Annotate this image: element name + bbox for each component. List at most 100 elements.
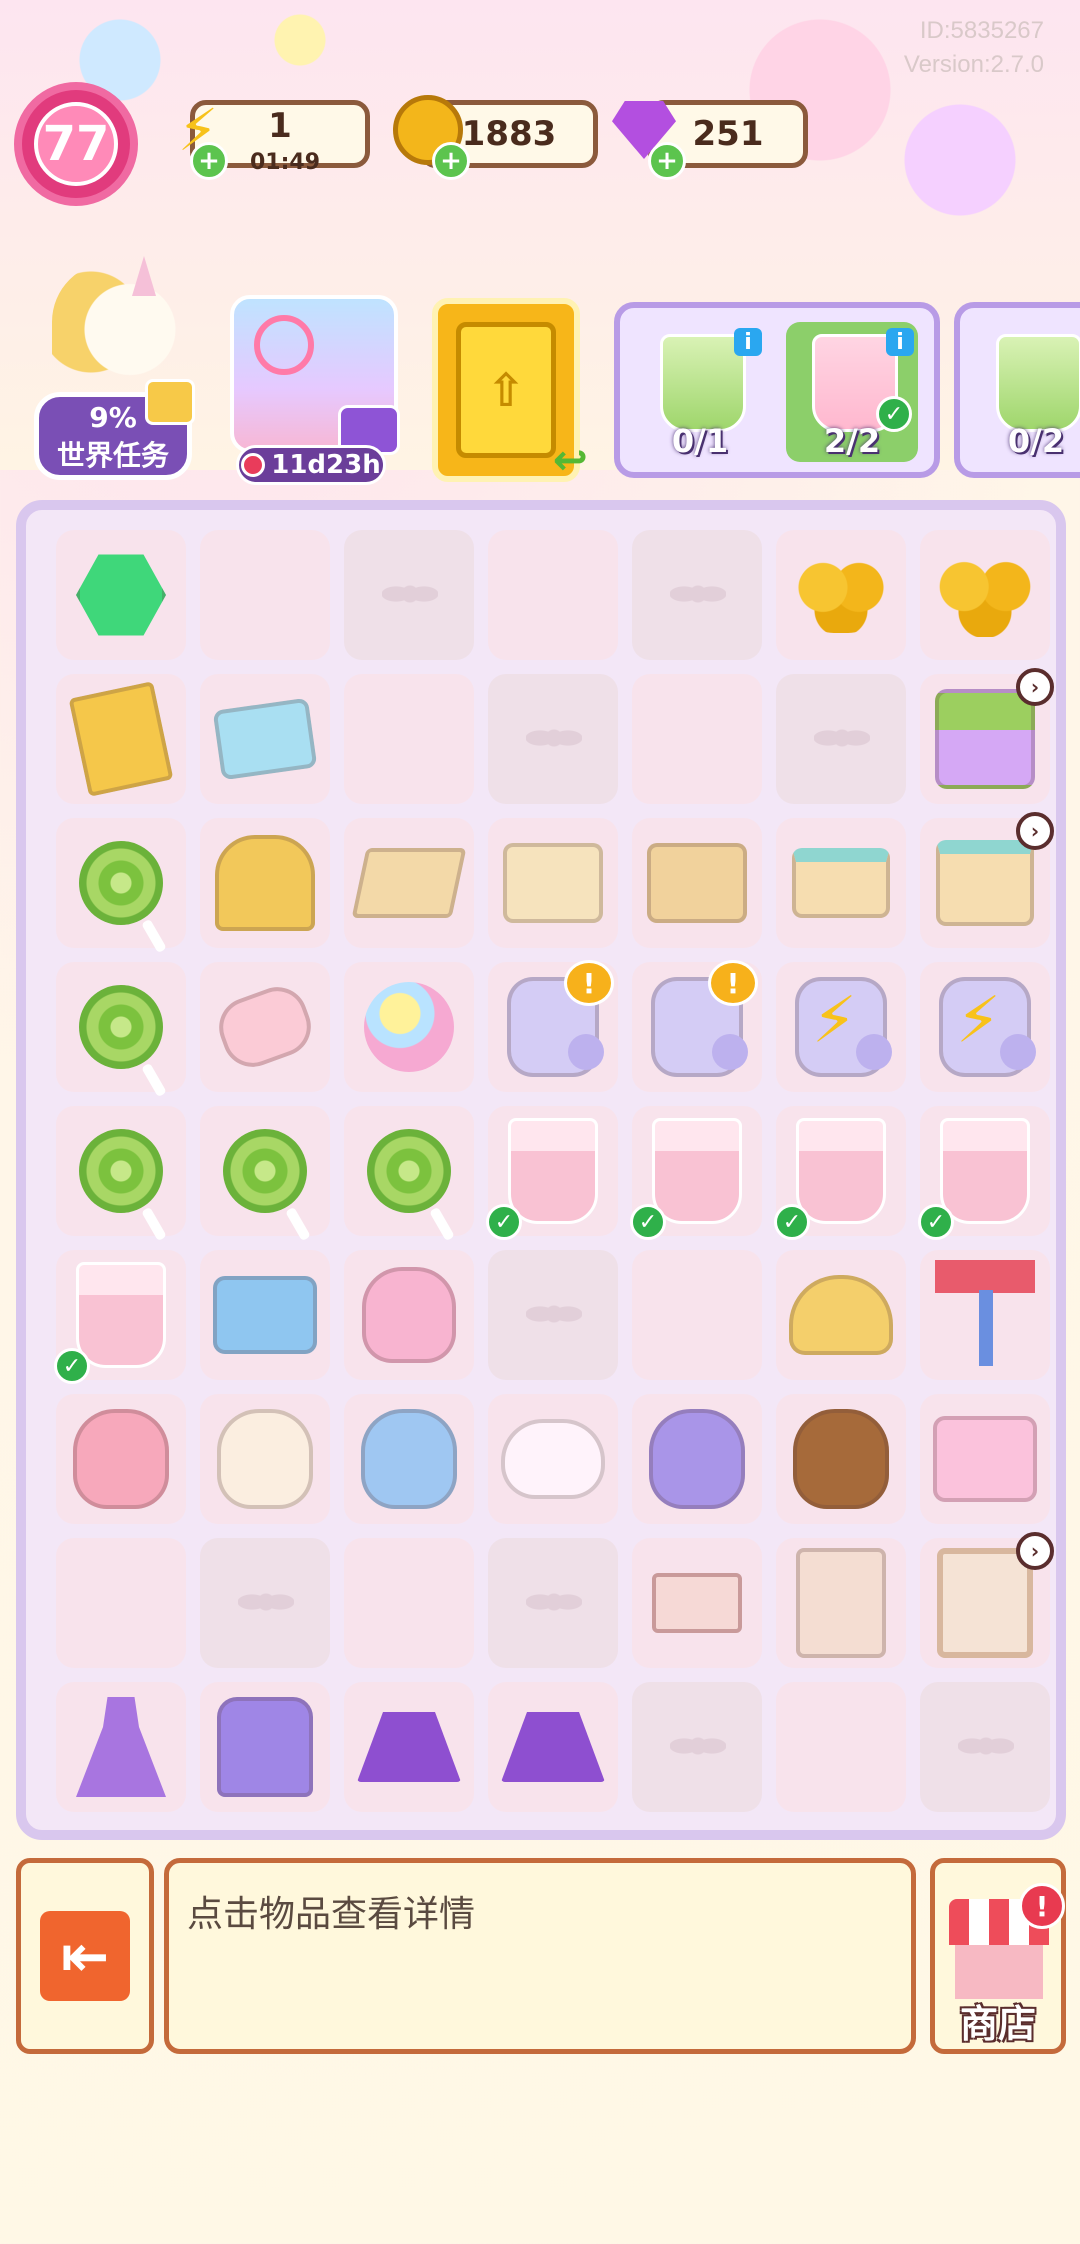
cell-background: › [920,812,1054,948]
board-item-drawer[interactable] [626,1532,770,1676]
locked-cell[interactable] [482,1244,626,1388]
add-gems-button[interactable]: + [648,142,686,180]
board-item-lollipop[interactable] [338,1100,482,1244]
empty-cell[interactable] [338,1532,482,1676]
board-item-lollipop[interactable] [50,1100,194,1244]
empty-cell[interactable] [338,668,482,812]
board-item-tickets[interactable] [194,668,338,812]
board-item-milkshake[interactable]: ✓ [914,1100,1058,1244]
board-item-jar-energy[interactable]: ⚡ [914,956,1058,1100]
locked-cell[interactable] [914,1676,1058,1820]
board-item-jar-energy[interactable]: ⚡ [770,956,914,1100]
board-item-milkshake[interactable]: ✓ [482,1100,626,1244]
locked-cell[interactable] [770,668,914,812]
board-item-toy-house[interactable]: › [914,668,1058,812]
board-item-coin-small[interactable] [770,524,914,668]
up-arrow-icon: ⇧ [456,322,556,458]
order-progress: 2/2 [823,422,881,460]
info-icon[interactable]: i [886,328,914,356]
board-item-jar[interactable]: ! [482,956,626,1100]
board-item-purple-dress[interactable] [50,1676,194,1820]
add-energy-button[interactable]: + [190,142,228,180]
cell-background: ⚡ [776,962,906,1092]
lollipop-icon [64,970,178,1098]
level-badge[interactable]: 77 [14,82,138,206]
board-item-milkshake[interactable]: ✓ [50,1244,194,1388]
locked-cell[interactable] [482,668,626,812]
board-grid: › ›!! ⚡ ⚡ ✓ ✓ ✓ ✓ ✓ › [50,524,1060,1830]
cell-background: ⚡ [920,962,1050,1092]
exit-button[interactable]: ⇤ [16,1858,154,2054]
cell-background: ✓ [774,1106,906,1240]
board-item-box-half[interactable] [626,812,770,956]
shop-front [955,1945,1043,1999]
board-item-marshmallow[interactable] [194,956,338,1100]
empty-cell[interactable] [770,1676,914,1820]
box-open-icon [351,826,467,940]
board-item-gift-box[interactable]: › [914,812,1058,956]
board-item-candy-tray[interactable] [194,1244,338,1388]
empty-cell[interactable] [50,1532,194,1676]
empty-cell[interactable] [482,524,626,668]
locked-cell[interactable] [482,1532,626,1676]
board-item-bunny-plush[interactable] [50,1388,194,1532]
board-item-lollipop[interactable] [194,1100,338,1244]
bow-lock-icon [526,1580,582,1624]
board-item-gate[interactable] [194,812,338,956]
board-item-swing-ride[interactable] [914,1244,1058,1388]
board-item-cotton-candy[interactable] [338,956,482,1100]
board-item-lollipop[interactable] [50,956,194,1100]
board-item-box-closed[interactable] [482,812,626,956]
board-item-candy-bag[interactable] [338,1244,482,1388]
board-item-gift-box-small[interactable] [770,812,914,956]
board-item-coin-big[interactable] [914,524,1058,668]
board-item-lollipop[interactable] [50,812,194,956]
locked-cell[interactable] [626,1676,770,1820]
board-item-wardrobe[interactable]: › [914,1532,1058,1676]
world-task-button[interactable]: 9% 世界任务 [34,256,195,482]
board-item-cabinet[interactable] [770,1532,914,1676]
order-slot-2[interactable]: i ✓ 2/2 [786,322,918,462]
empty-cell[interactable] [626,1244,770,1388]
board-item-infinity-hex[interactable] [50,524,194,668]
board-item-cat-plush[interactable] [338,1388,482,1532]
shop-button[interactable]: ! 商店 [930,1858,1066,2054]
add-coins-button[interactable]: + [432,142,470,180]
order-slot-3[interactable]: 0/2 [970,322,1080,462]
empty-cell[interactable] [626,668,770,812]
board-item-purple-bear[interactable] [626,1388,770,1532]
board-item-milkshake[interactable]: ✓ [626,1100,770,1244]
cell-background [488,1394,618,1524]
board-item-purple-skirt[interactable] [338,1676,482,1820]
player-id: ID:5835267 [919,17,1044,44]
board-item-jar[interactable]: ! [626,956,770,1100]
board-item-teacup-ride[interactable] [770,1244,914,1388]
cell-background [632,674,762,804]
order-slot-1[interactable]: i 0/1 [634,322,766,462]
board-item-unicorn-plush[interactable] [482,1388,626,1532]
board-item-purple-skirt[interactable] [482,1676,626,1820]
board-item-box-open[interactable] [338,812,482,956]
empty-cell[interactable] [194,524,338,668]
board-item-purple-coat[interactable] [194,1676,338,1820]
event-park-button[interactable]: 11d23h [220,295,400,485]
locked-cell[interactable] [338,524,482,668]
cell-background [344,1106,474,1242]
lollipop-icon [352,1114,466,1242]
box-half-icon [640,826,754,940]
cell-background [776,818,906,948]
purple-coat-icon [208,1690,322,1804]
cell-background [776,1682,906,1812]
board-item-puppy-plush[interactable] [194,1388,338,1532]
event-timer-text: 11d23h [271,450,381,480]
info-icon[interactable]: i [734,328,762,356]
cell-background [200,818,330,948]
locked-cell[interactable] [626,524,770,668]
board-item-milkshake[interactable]: ✓ [770,1100,914,1244]
cell-background [56,1106,186,1242]
upgrade-card-button[interactable]: ⇧ ↩ [432,298,588,484]
board-item-storybook[interactable] [50,668,194,812]
board-item-pink-bed[interactable] [914,1388,1058,1532]
board-item-brown-bear[interactable] [770,1388,914,1532]
locked-cell[interactable] [194,1532,338,1676]
